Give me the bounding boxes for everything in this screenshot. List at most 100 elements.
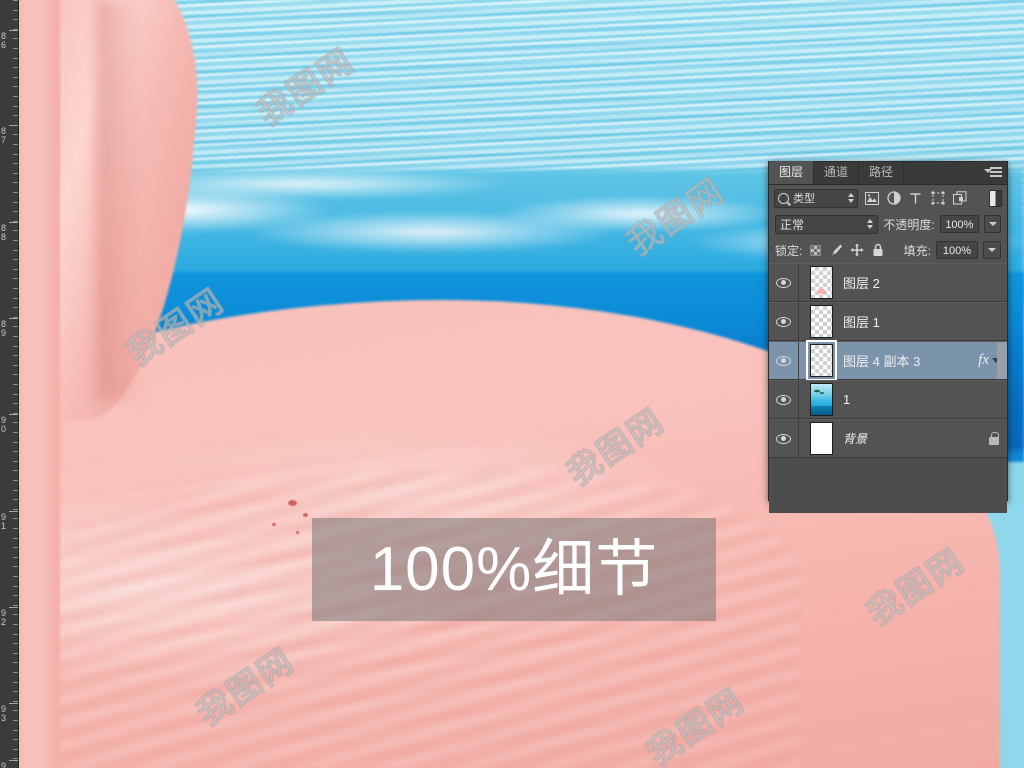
ruler-tick-minor [13,595,18,596]
ruler-tick-minor [13,422,18,423]
lock-all-icon[interactable] [870,242,886,258]
layer-thumbnail [809,383,833,416]
layer-visibility-toggle[interactable] [769,381,799,418]
ruler-tick-minor [13,346,18,347]
layer-name[interactable]: 背景 [843,430,981,447]
layer-locked-indicator [981,431,1007,445]
ruler-tick-minor [13,605,18,606]
tab-paths[interactable]: 路径 [859,161,905,184]
layer-visibility-toggle[interactable] [769,342,799,379]
filter-shape-icon[interactable] [929,190,946,207]
ruler-tick-major [9,318,18,319]
chevron-updown-icon [867,219,874,229]
fill-dropdown-button[interactable] [983,241,1001,259]
layer-thumbnail-cell[interactable] [799,266,843,299]
layer-row-scroll-indicator [997,342,1007,379]
lock-position-icon[interactable] [849,242,865,258]
blend-mode-row: 正常 不透明度: 100% [769,211,1007,237]
layer-name[interactable]: 图层 4 副本 3 [843,351,978,370]
layer-effects-fx-icon[interactable]: fx [978,352,992,369]
layer-visibility-toggle[interactable] [769,420,799,457]
layer-list-empty-area [769,458,1007,513]
layer-name[interactable]: 图层 2 [843,273,1007,292]
layer-row[interactable]: 图层 1 [769,302,1007,341]
ruler-tick-minor [13,106,18,107]
ruler-label: 2 [0,617,6,627]
layer-kind-label: 类型 [793,193,815,205]
ruler-tick-minor [13,720,18,721]
flamingo-neck-shadow [96,0,142,400]
ruler-tick-minor [13,557,18,558]
ruler-tick-minor [13,355,18,356]
ruler-tick-minor [13,682,18,683]
eye-icon [776,355,791,366]
layer-thumbnail-cell[interactable] [799,422,843,455]
layer-visibility-toggle[interactable] [769,264,799,301]
lock-row: 锁定: 填充: 100% [769,237,1007,263]
chevron-updown-icon [848,193,854,203]
layer-thumbnail-cell[interactable] [799,383,843,416]
ruler-tick-minor [13,365,18,366]
ruler-tick-minor [13,182,18,183]
blend-mode-value: 正常 [780,217,805,232]
ruler-tick-minor [13,547,18,548]
filter-smart-object-icon[interactable] [951,190,968,207]
layer-thumbnail-wrapper [809,422,833,455]
ruler-tick-minor [13,538,18,539]
ruler-label: 7 [0,135,6,145]
filter-adjustment-icon[interactable] [885,190,902,207]
ruler-tick-minor [13,192,18,193]
layer-row[interactable]: 1 [769,380,1007,419]
lock-transparent-pixels-icon[interactable] [807,242,823,258]
ruler-tick-minor [13,586,18,587]
ruler-tick-minor [13,528,18,529]
layer-name[interactable]: 1 [843,392,1007,407]
layer-row[interactable]: 图层 2 [769,263,1007,302]
ruler-tick-minor [13,86,18,87]
ruler-tick-minor [13,576,18,577]
ruler-tick-minor [13,643,18,644]
layers-panel: 图层 通道 路径 类型 正常 不透明度: 100% 锁定: 填充: 100% 图… [768,161,1008,513]
filter-type-icon[interactable] [907,190,924,207]
ruler-tick-minor [13,307,18,308]
ruler-tick-minor [13,134,18,135]
ruler-tick-minor [13,739,18,740]
tab-layers[interactable]: 图层 [769,161,815,184]
layer-visibility-toggle[interactable] [769,303,799,340]
fill-input[interactable]: 100% [936,241,978,259]
opacity-dropdown-button[interactable] [984,215,1001,233]
lock-image-pixels-icon[interactable] [828,242,844,258]
padlock-icon [989,431,999,445]
ruler-tick-minor [13,394,18,395]
eye-icon [776,277,791,288]
layer-thumbnail-cell[interactable] [799,340,843,381]
tab-channels[interactable]: 通道 [814,161,860,184]
ruler-tick-major [9,607,18,608]
filter-enable-toggle[interactable] [989,189,1002,207]
ruler-tick-minor [13,518,18,519]
layer-name[interactable]: 图层 1 [843,312,1007,331]
body-speckle [303,513,308,517]
vertical-ruler[interactable]: 868788899091929394 [0,0,19,768]
ruler-label: 1 [0,521,6,531]
layer-row[interactable]: 图层 4 副本 3 fx [769,340,1007,381]
caption-overlay: 100%细节 [312,518,716,621]
ruler-tick-minor [13,336,18,337]
ruler-tick-minor [13,211,18,212]
opacity-input[interactable]: 100% [939,215,980,233]
layer-kind-select[interactable]: 类型 [774,188,858,208]
ruler-tick-minor [13,163,18,164]
ruler-label: 9 [0,761,6,768]
ruler-tick-minor [13,19,18,20]
layer-thumbnail-cell[interactable] [799,305,843,338]
filter-pixel-icon[interactable] [863,190,880,207]
ruler-tick-minor [13,701,18,702]
ruler-tick-minor [13,672,18,673]
layer-row[interactable]: 背景 [769,419,1007,458]
panel-menu-icon[interactable] [984,167,1002,181]
fill-label: 填充: [903,243,931,258]
ruler-tick-minor [13,96,18,97]
ruler-tick-minor [13,614,18,615]
ruler-tick-minor [13,230,18,231]
blend-mode-select[interactable]: 正常 [775,214,879,234]
